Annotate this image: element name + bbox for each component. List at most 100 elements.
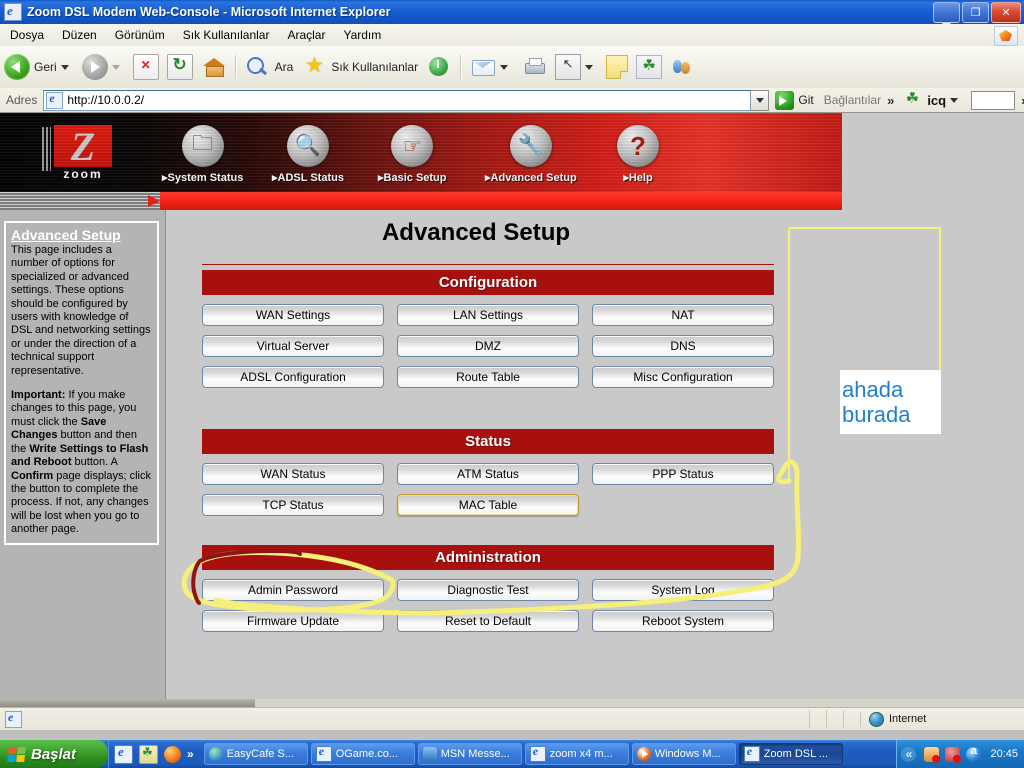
horizontal-scrollbar-thumb[interactable] xyxy=(0,699,255,707)
favorites-button[interactable]: Sık Kullanılanlar xyxy=(297,50,422,84)
task-label: Zoom DSL ... xyxy=(763,748,829,760)
links-label[interactable]: Bağlantılar xyxy=(824,93,881,107)
admin-password-button[interactable]: Admin Password xyxy=(202,579,384,601)
menu-item-dosya[interactable]: Dosya xyxy=(2,26,52,44)
edit-page-icon xyxy=(555,54,582,80)
notes-button[interactable] xyxy=(602,50,632,84)
misc-configuration-button[interactable]: Misc Configuration xyxy=(592,366,774,388)
refresh-button[interactable] xyxy=(163,50,197,84)
quicklaunch-icq-icon[interactable] xyxy=(139,744,158,764)
system-log-button[interactable]: System Log xyxy=(592,579,774,601)
nav-basic-setup[interactable]: ☞ Basic Setup xyxy=(378,125,447,184)
mail-button[interactable] xyxy=(466,50,517,84)
ppp-status-button[interactable]: PPP Status xyxy=(592,463,774,485)
menu-item-yardim[interactable]: Yardım xyxy=(335,26,389,44)
quicklaunch-firefox-icon[interactable] xyxy=(164,745,181,763)
tray-user-account-icon[interactable] xyxy=(924,746,941,763)
home-icon xyxy=(201,55,227,79)
section-status: Status WAN Status ATM Status PPP Status … xyxy=(202,429,774,516)
search-button[interactable]: Ara xyxy=(241,50,298,84)
quicklaunch-ie-icon[interactable] xyxy=(114,744,133,764)
diagnostic-test-button[interactable]: Diagnostic Test xyxy=(397,579,579,601)
nav-adsl-status[interactable]: 🔍 ADSL Status xyxy=(272,125,344,184)
icq-toolbar-button[interactable] xyxy=(632,50,666,84)
task-button-windows-media[interactable]: Windows M... xyxy=(631,743,736,765)
stop-button[interactable] xyxy=(129,50,163,84)
icq-search-input[interactable] xyxy=(971,90,1016,110)
ie-icon xyxy=(315,744,332,762)
dmz-button[interactable]: DMZ xyxy=(397,335,579,357)
reset-to-default-button[interactable]: Reset to Default xyxy=(397,610,579,632)
status-cell-3 xyxy=(843,710,860,728)
nav-system-status[interactable]: 🗀 System Status xyxy=(162,125,243,184)
icq-bar-label[interactable]: icq xyxy=(927,93,946,108)
back-button[interactable]: Geri xyxy=(0,50,78,84)
task-button-ogame[interactable]: OGame.co... xyxy=(310,743,415,765)
links-overflow-chevron-icon[interactable]: » xyxy=(887,93,894,108)
menu-item-gorunum[interactable]: Görünüm xyxy=(107,26,173,44)
section-heading-administration: Administration xyxy=(202,545,774,570)
menu-item-duzen[interactable]: Düzen xyxy=(54,26,105,44)
start-button[interactable]: Başlat xyxy=(0,740,108,768)
tray-app-icon[interactable] xyxy=(966,745,982,762)
reboot-system-button[interactable]: Reboot System xyxy=(592,610,774,632)
go-button[interactable]: Git xyxy=(775,90,814,110)
mail-chevron-down-icon[interactable] xyxy=(500,64,509,70)
task-button-zoom-dsl[interactable]: Zoom DSL ... xyxy=(738,743,843,765)
menu-item-araclar[interactable]: Araçlar xyxy=(279,26,333,44)
logo-wordmark: zoom xyxy=(63,167,103,181)
nat-button[interactable]: NAT xyxy=(592,304,774,326)
browser-toolbar: Geri Ara Sık Kullanılanlar xyxy=(0,46,1024,88)
task-button-zoom-x4[interactable]: zoom x4 m... xyxy=(524,743,629,765)
nav-help[interactable]: ? Help xyxy=(617,125,659,184)
edit-button[interactable] xyxy=(551,50,602,84)
home-button[interactable] xyxy=(197,50,231,84)
lan-settings-button[interactable]: LAN Settings xyxy=(397,304,579,326)
security-zone[interactable]: Internet xyxy=(860,711,1024,727)
help-title: Advanced Setup xyxy=(11,227,121,243)
help-card: Advanced Setup This page includes a numb… xyxy=(4,221,159,545)
callout-line-2: burada xyxy=(842,402,911,427)
address-input[interactable]: http://10.0.0.2/ xyxy=(43,89,752,111)
dns-button[interactable]: DNS xyxy=(592,335,774,357)
page-viewport: Z zoom 🗀 System Status 🔍 ADSL Status ☞ B… xyxy=(0,113,1024,707)
route-table-button[interactable]: Route Table xyxy=(397,366,579,388)
back-history-chevron-down-icon[interactable] xyxy=(60,64,69,70)
task-button-msn-messenger[interactable]: MSN Messe... xyxy=(417,743,522,765)
edit-chevron-down-icon[interactable] xyxy=(585,64,594,70)
logo-mark-icon: Z xyxy=(54,124,112,169)
favorites-button-label: Sık Kullanılanlar xyxy=(331,60,419,74)
nav-label-basic-setup: Basic Setup xyxy=(378,171,447,184)
icq-flower-icon xyxy=(636,55,663,79)
tcp-status-button[interactable]: TCP Status xyxy=(202,494,384,516)
forward-history-chevron-down-icon[interactable] xyxy=(111,64,120,70)
restore-button[interactable]: ❐ xyxy=(962,2,989,23)
zoom-logo[interactable]: Z zoom xyxy=(42,124,120,181)
nav-advanced-setup[interactable]: 🔧 Advanced Setup xyxy=(485,125,577,184)
adsl-configuration-button[interactable]: ADSL Configuration xyxy=(202,366,384,388)
quicklaunch-overflow-chevron-icon[interactable]: » xyxy=(187,747,194,761)
virtual-server-button[interactable]: Virtual Server xyxy=(202,335,384,357)
address-dropdown-chevron-down-icon[interactable] xyxy=(750,89,770,111)
help-sidebar: Advanced Setup This page includes a numb… xyxy=(0,210,166,707)
menu-item-sik-kullanilanlar[interactable]: Sık Kullanılanlar xyxy=(175,26,278,44)
mac-table-button[interactable]: MAC Table xyxy=(397,494,579,516)
wan-status-button[interactable]: WAN Status xyxy=(202,463,384,485)
ie-icon xyxy=(529,744,546,762)
messenger-button[interactable] xyxy=(666,50,698,84)
wan-settings-button[interactable]: WAN Settings xyxy=(202,304,384,326)
question-mark-icon: ? xyxy=(617,125,659,167)
firmware-update-button[interactable]: Firmware Update xyxy=(202,610,384,632)
history-button[interactable] xyxy=(422,50,456,84)
icq-bar-chevron-down-icon[interactable] xyxy=(950,97,959,103)
section-heading-status: Status xyxy=(202,429,774,454)
tray-security-shield-icon[interactable] xyxy=(945,746,962,763)
tray-expand-chevron-icon[interactable]: « xyxy=(901,746,917,762)
atm-status-button[interactable]: ATM Status xyxy=(397,463,579,485)
close-button[interactable]: ✕ xyxy=(991,2,1021,23)
forward-button[interactable] xyxy=(78,50,129,84)
minimize-button[interactable]: _ xyxy=(933,2,960,23)
task-button-easycafe[interactable]: EasyCafe S... xyxy=(203,743,308,765)
clock[interactable]: 20:45 xyxy=(990,748,1018,760)
print-button[interactable] xyxy=(517,50,551,84)
